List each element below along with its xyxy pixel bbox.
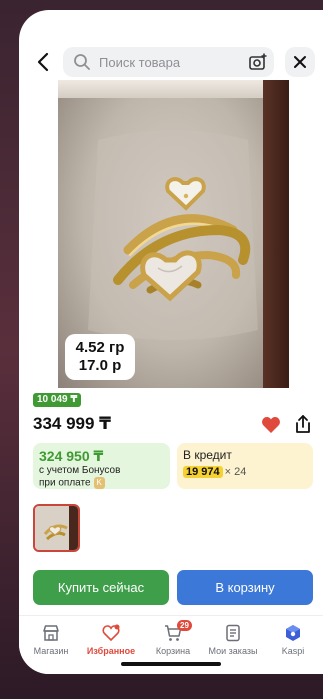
tab-orders-label: Мои заказы [208,646,258,656]
discount-badge: 10 049 ₸ [33,393,82,407]
tab-favorites[interactable]: Избранное [81,624,141,656]
cart-count-badge: 29 [177,620,192,631]
product-thumbnail[interactable] [33,504,80,552]
buy-now-button[interactable]: Купить сейчас [33,570,169,605]
share-icon[interactable] [293,414,313,434]
kaspi-icon [286,625,300,641]
tab-cart[interactable]: 29 Корзина [143,620,203,656]
credit-row: 19 974 × 24 [183,462,307,480]
product-price: 334 999 ₸ [33,414,112,433]
credit-amount: 19 974 [183,466,223,478]
tab-store[interactable]: Магазин [21,624,81,656]
orders-icon [226,624,240,642]
bonus-note-1: с учетом Бонусов [39,465,121,476]
tab-kaspi-label: Kaspi [281,646,305,656]
credit-multiplier: × 24 [224,466,247,478]
product-weight: 4.52 гр [75,339,125,356]
close-icon [294,56,306,68]
credit-card[interactable]: В кредит 19 974 × 24 [177,443,313,489]
home-indicator[interactable] [121,662,221,666]
search-icon [74,54,90,70]
chevron-left-icon [37,52,49,72]
back-button[interactable] [33,50,53,74]
search-bar[interactable] [63,47,274,77]
weight-size-badge: 4.52 гр 17.0 р [65,334,135,380]
tab-cart-label: Корзина [155,646,191,656]
bonus-price: 324 950 ₸ [39,448,104,464]
favorite-heart-icon[interactable] [261,416,281,434]
heart-icon [102,624,120,642]
search-input[interactable] [99,54,239,70]
tab-kaspi[interactable]: Kaspi [263,624,323,656]
credit-title: В кредит [183,448,232,462]
phone-screen: 4.52 гр 17.0 р 10 049 ₸ 334 999 ₸ 324 95… [19,10,323,674]
camera-search-icon[interactable] [248,52,268,72]
tab-orders[interactable]: Мои заказы [203,624,263,656]
kaspi-pay-icon: K [93,477,105,489]
bonus-note-2-row: при оплате K [39,477,164,490]
add-to-cart-button[interactable]: В корзину [177,570,313,605]
close-button[interactable] [285,47,315,77]
store-icon [43,625,59,641]
bonus-note-2: при оплате [39,477,91,489]
tab-favorites-label: Избранное [86,646,136,656]
ring-thumbnail-image [35,506,78,550]
bonus-price-card[interactable]: 324 950 ₸ с учетом Бонусов при оплате K [33,443,170,489]
product-size: 17.0 р [78,357,122,374]
tab-store-label: Магазин [33,646,69,656]
